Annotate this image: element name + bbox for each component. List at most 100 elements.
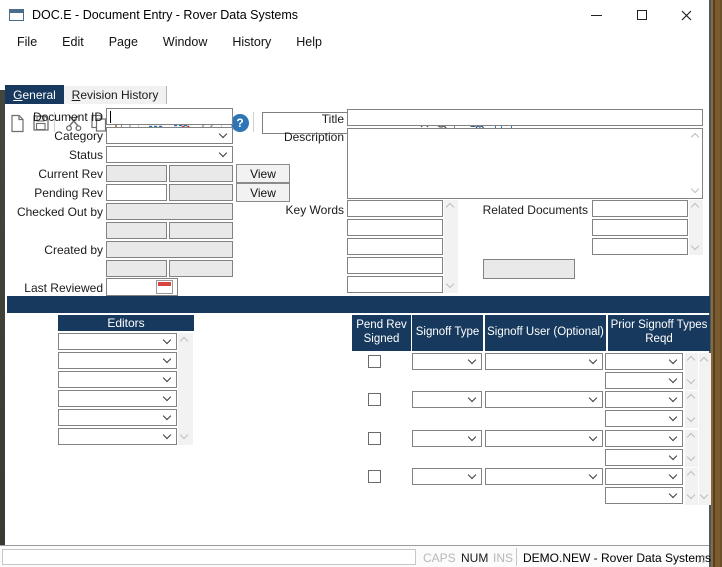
- created-date-field: [106, 260, 167, 277]
- title-input[interactable]: [347, 109, 703, 126]
- related-document-input[interactable]: [592, 200, 688, 217]
- menu-help[interactable]: Help: [286, 31, 332, 53]
- signoff-type-select[interactable]: [412, 353, 482, 370]
- created-time-field: [169, 260, 233, 277]
- scroll-up-icon[interactable]: [180, 337, 188, 345]
- scroll-up-icon[interactable]: [691, 133, 699, 141]
- signoff-user-select[interactable]: [485, 391, 603, 408]
- scroll-down-icon[interactable]: [687, 376, 695, 384]
- editor-select[interactable]: [58, 409, 177, 426]
- prior-signoff-select[interactable]: [605, 468, 683, 485]
- related-document-input[interactable]: [592, 238, 688, 255]
- prior-signoff-scrollbar[interactable]: [685, 468, 698, 505]
- signoff-user-select[interactable]: [485, 353, 603, 370]
- prior-signoff-select[interactable]: [605, 353, 683, 370]
- pending-rev-input[interactable]: [106, 184, 167, 201]
- chevron-down-icon: [468, 471, 476, 479]
- prior-signoff-select[interactable]: [605, 372, 683, 389]
- scroll-up-icon[interactable]: [691, 203, 699, 211]
- minimize-button[interactable]: [574, 0, 619, 30]
- calendar-icon[interactable]: [156, 280, 173, 294]
- prior-signoff-scrollbar[interactable]: [685, 430, 698, 467]
- scroll-up-icon[interactable]: [687, 356, 695, 364]
- editor-select[interactable]: [58, 333, 177, 350]
- category-select[interactable]: [106, 127, 233, 144]
- category-label: Category: [8, 129, 103, 143]
- pend-rev-signed-checkbox[interactable]: [368, 470, 381, 483]
- description-textarea[interactable]: [347, 128, 703, 199]
- signoff-type-select[interactable]: [412, 468, 482, 485]
- key-word-input[interactable]: [347, 276, 443, 293]
- minimize-icon: [591, 15, 602, 16]
- session-context: DEMO.NEW - Rover Data Systems: [523, 551, 711, 565]
- scroll-down-icon[interactable]: [691, 185, 699, 193]
- scroll-down-icon[interactable]: [446, 280, 454, 288]
- scroll-down-icon[interactable]: [180, 431, 188, 439]
- related-documents-scrollbar[interactable]: [689, 200, 703, 255]
- chevron-down-icon: [468, 394, 476, 402]
- prior-signoff-scrollbar[interactable]: [685, 391, 698, 428]
- document-id-input[interactable]: [106, 108, 233, 125]
- menu-history[interactable]: History: [222, 31, 281, 53]
- tab-general[interactable]: General: [5, 85, 64, 104]
- key-words-scrollbar[interactable]: [444, 200, 458, 293]
- key-word-input[interactable]: [347, 257, 443, 274]
- pend-rev-signed-checkbox[interactable]: [368, 355, 381, 368]
- status-select[interactable]: [106, 146, 233, 163]
- signoff-user-select[interactable]: [485, 468, 603, 485]
- pending-rev-field-2: [169, 184, 233, 201]
- editor-select[interactable]: [58, 390, 177, 407]
- signoff-user-select[interactable]: [485, 430, 603, 447]
- view-pending-rev-button[interactable]: View: [236, 183, 290, 202]
- status-separator: [516, 548, 517, 566]
- scroll-down-icon[interactable]: [691, 242, 699, 250]
- title-bar[interactable]: DOC.E - Document Entry - Rover Data Syst…: [0, 0, 709, 30]
- key-word-input[interactable]: [347, 238, 443, 255]
- editors-scrollbar[interactable]: [178, 333, 193, 445]
- caps-indicator: CAPS: [423, 551, 456, 565]
- prior-signoff-scrollbar[interactable]: [685, 353, 698, 390]
- prior-signoff-select[interactable]: [605, 430, 683, 447]
- editor-select[interactable]: [58, 371, 177, 388]
- window-title: DOC.E - Document Entry - Rover Data Syst…: [32, 8, 298, 22]
- scroll-down-icon[interactable]: [687, 414, 695, 422]
- key-words-label: Key Words: [240, 203, 344, 217]
- signoff-type-select[interactable]: [412, 391, 482, 408]
- close-button[interactable]: [664, 0, 709, 30]
- scroll-up-icon[interactable]: [446, 203, 454, 211]
- key-word-input[interactable]: [347, 200, 443, 217]
- created-by-label: Created by: [8, 243, 103, 257]
- menu-window[interactable]: Window: [153, 31, 217, 53]
- scroll-up-icon[interactable]: [700, 357, 708, 365]
- editor-select[interactable]: [58, 352, 177, 369]
- prior-signoff-select[interactable]: [605, 449, 683, 466]
- menu-edit[interactable]: Edit: [52, 31, 94, 53]
- scroll-down-icon[interactable]: [687, 491, 695, 499]
- prior-signoff-select[interactable]: [605, 391, 683, 408]
- prior-signoff-select[interactable]: [605, 487, 683, 504]
- menu-file[interactable]: File: [7, 31, 47, 53]
- scroll-down-icon[interactable]: [700, 491, 708, 499]
- chevron-down-icon: [669, 356, 677, 364]
- tab-revision-history[interactable]: Revision History: [64, 86, 167, 104]
- chevron-down-icon: [589, 471, 597, 479]
- scroll-up-icon[interactable]: [687, 394, 695, 402]
- chevron-down-icon: [163, 374, 171, 382]
- pend-rev-signed-checkbox[interactable]: [368, 432, 381, 445]
- editor-select[interactable]: [58, 428, 177, 445]
- current-rev-field-2: [169, 165, 233, 182]
- created-by-field: [106, 241, 233, 258]
- view-current-rev-button[interactable]: View: [236, 164, 290, 183]
- key-word-input[interactable]: [347, 219, 443, 236]
- signoff-type-select[interactable]: [412, 430, 482, 447]
- signoff-header-prior: Prior Signoff Types Reqd: [608, 315, 710, 351]
- related-document-input[interactable]: [592, 219, 688, 236]
- scroll-up-icon[interactable]: [687, 471, 695, 479]
- signoff-grid-scrollbar[interactable]: [699, 353, 711, 505]
- menu-page[interactable]: Page: [99, 31, 148, 53]
- maximize-button[interactable]: [619, 0, 664, 30]
- prior-signoff-select[interactable]: [605, 410, 683, 427]
- pend-rev-signed-checkbox[interactable]: [368, 393, 381, 406]
- scroll-up-icon[interactable]: [687, 433, 695, 441]
- scroll-down-icon[interactable]: [687, 453, 695, 461]
